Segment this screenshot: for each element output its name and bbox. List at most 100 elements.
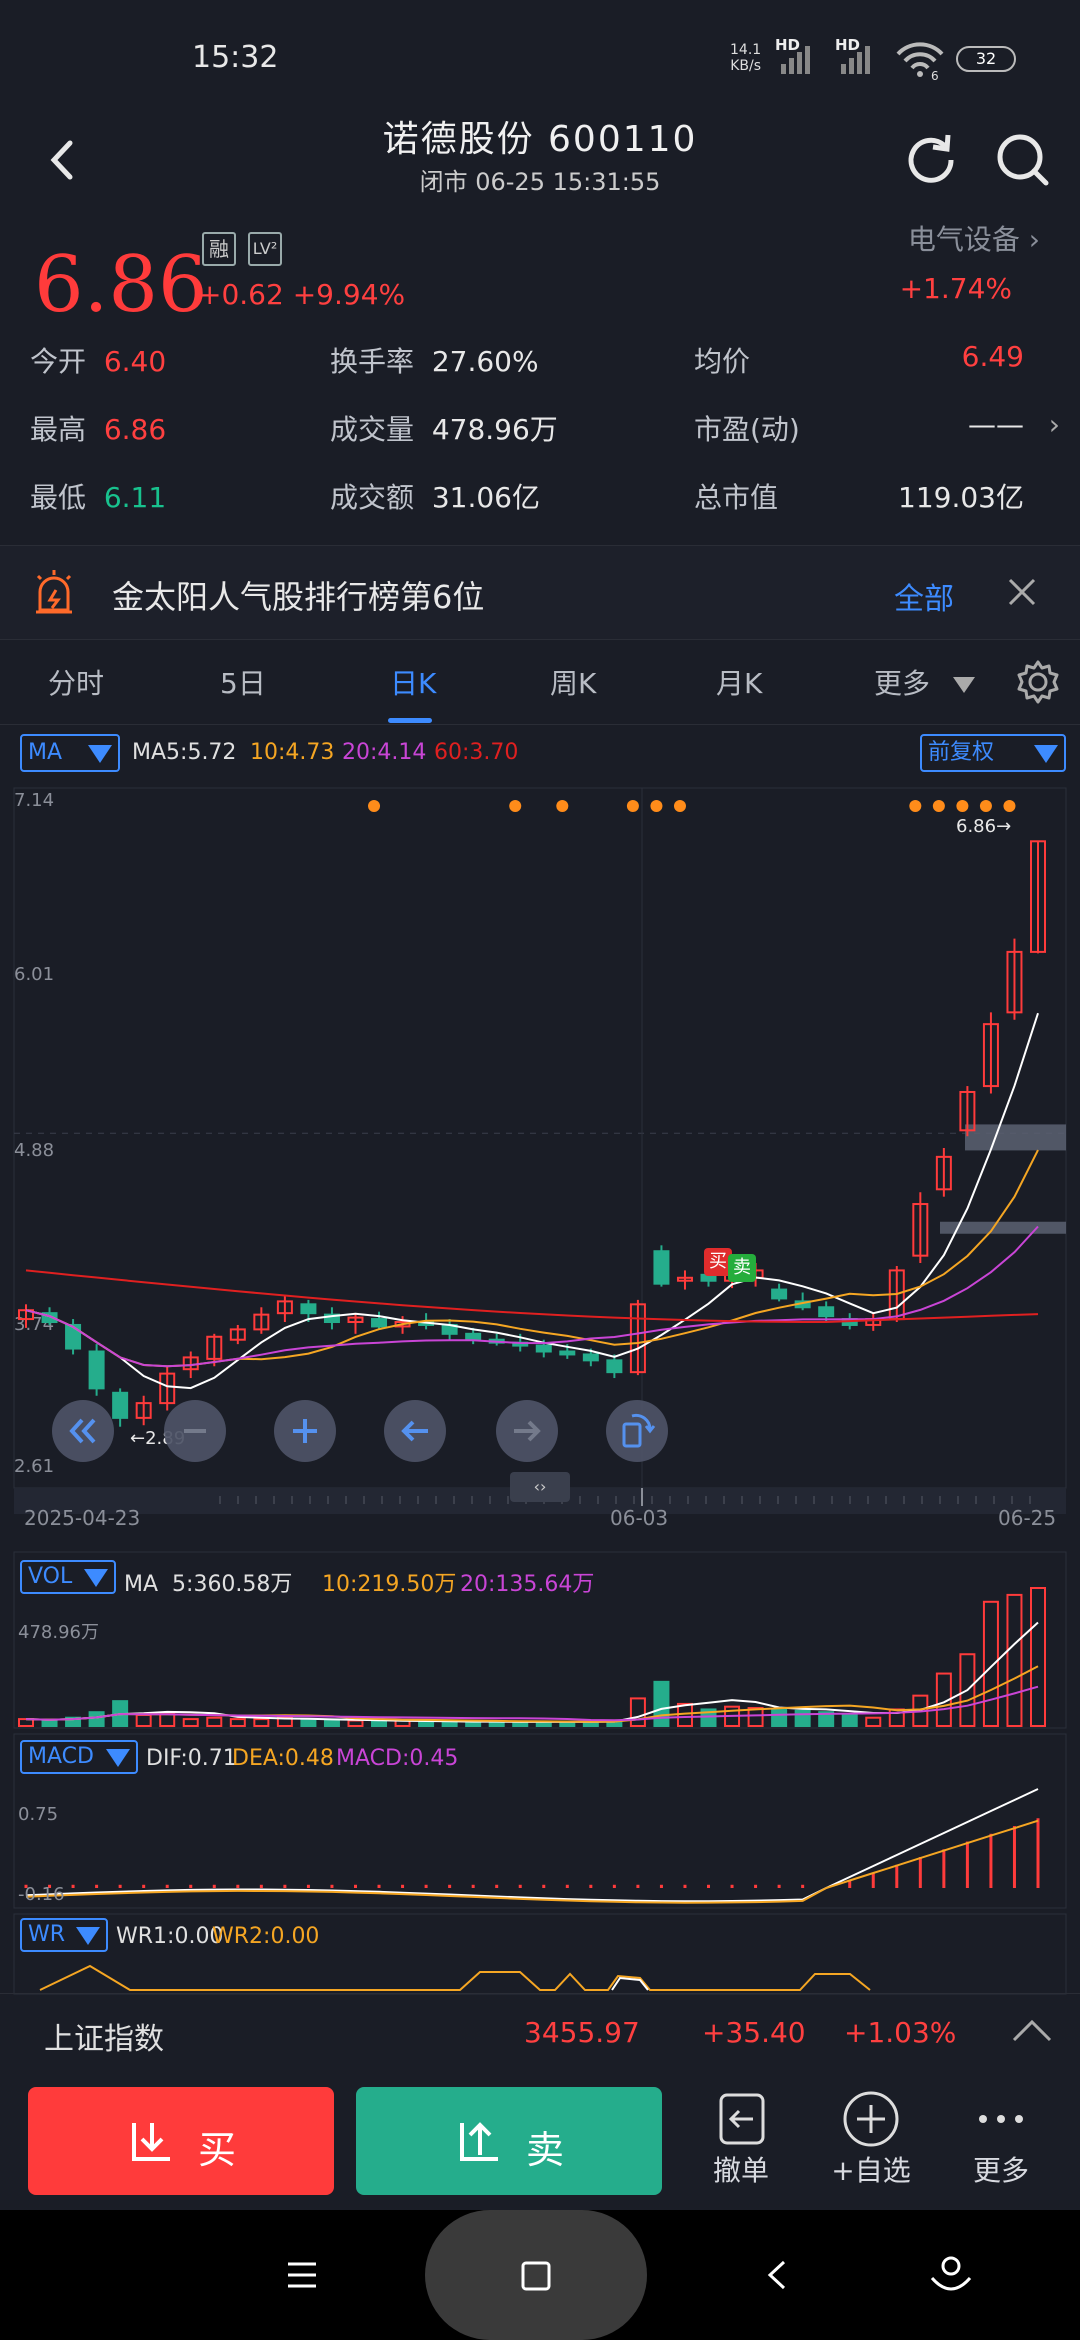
- price-panel-frame: [13, 787, 1067, 1489]
- fast-back-button[interactable]: [52, 1400, 114, 1462]
- volume-value: 478.96万: [431, 413, 558, 446]
- signal-dot: [509, 800, 522, 812]
- volume-bar: [371, 1720, 388, 1727]
- tab-monthly-k[interactable]: 月K: [716, 662, 762, 702]
- more-dots-icon: [979, 2115, 1023, 2123]
- chart-drag-handle[interactable]: ‹›: [510, 1472, 570, 1502]
- cancel-order-button[interactable]: 撤单: [686, 2089, 796, 2189]
- zoom-in-button[interactable]: [274, 1400, 336, 1462]
- signal-dot: [956, 800, 969, 812]
- wifi-icon: 6: [896, 42, 944, 80]
- turnover-label: 换手率: [330, 345, 415, 378]
- kline-svg: [13, 787, 1067, 1995]
- open-value: 6.40: [103, 345, 167, 378]
- home-square-icon: [521, 2261, 551, 2291]
- volume-bar: [206, 1716, 223, 1727]
- volume-bar: [982, 1600, 999, 1727]
- vol-ma20-line: [25, 1685, 1039, 1722]
- x-axis-label: 2025-04-23: [24, 1506, 141, 1530]
- search-icon[interactable]: [988, 125, 1058, 195]
- scroll-right-button[interactable]: [496, 1400, 558, 1462]
- caret-down-icon: [84, 1569, 108, 1587]
- buy-button[interactable]: 买: [28, 2087, 334, 2195]
- volume-bar: [653, 1680, 670, 1728]
- pe-row[interactable]: —— ›: [968, 408, 1060, 441]
- macd-y-label-low: -0.16: [18, 1884, 65, 1905]
- volume-label: 成交量: [330, 413, 415, 446]
- signal-dot: [650, 800, 663, 812]
- signal-dot: [673, 800, 686, 812]
- volume-bar: [182, 1718, 199, 1727]
- refresh-icon[interactable]: [896, 125, 966, 195]
- signal-dot: [626, 800, 639, 812]
- home-pill[interactable]: [425, 2210, 647, 2340]
- candle-body: [112, 1391, 129, 1419]
- open-label: 今开: [30, 345, 87, 378]
- double-chevron-left-icon: [69, 1418, 96, 1444]
- tab-intraday[interactable]: 分时: [48, 662, 104, 702]
- more-button[interactable]: 更多: [946, 2089, 1056, 2189]
- volume-bar: [865, 1716, 882, 1727]
- vol-ma20-label: 20:135.64万: [460, 1572, 595, 1597]
- wr-dropdown[interactable]: WR: [20, 1918, 108, 1952]
- turnover-value: 27.60%: [431, 345, 539, 378]
- plus-icon: [293, 1419, 317, 1443]
- tab-weekly-k[interactable]: 周K: [550, 662, 596, 702]
- chevron-up-icon[interactable]: [1010, 2016, 1054, 2046]
- sector-link[interactable]: 电气设备 ›: [908, 218, 1040, 258]
- price-change: +0.62 +9.94%: [198, 278, 406, 311]
- volume-bar: [41, 1719, 58, 1727]
- chevron-right-icon: ›: [1048, 408, 1060, 441]
- app-header: 诺德股份 600110 闭市 06-25 15:31:55: [0, 110, 1080, 210]
- volume-bar: [347, 1719, 364, 1727]
- index-pct: +1.03%: [844, 2016, 957, 2049]
- low-value: 6.11: [103, 481, 167, 514]
- sell-arrow-icon: [460, 2122, 498, 2161]
- macd-dif-label: DIF:0.71: [146, 1746, 237, 1771]
- signal-icon-sim1: HD: [775, 36, 819, 74]
- vol-ma5-line: [25, 1621, 1039, 1723]
- status-bar: 15:32 14.1 KB/s HD HD 6 32: [0, 0, 1080, 110]
- zoom-out-button[interactable]: [164, 1400, 226, 1462]
- candle-body: [559, 1350, 576, 1356]
- tab-5day[interactable]: 5日: [220, 662, 266, 702]
- banner-all-link[interactable]: 全部: [894, 574, 954, 618]
- close-icon[interactable]: [1006, 576, 1038, 608]
- signal-dot: [909, 800, 922, 812]
- volume-bar: [323, 1719, 340, 1727]
- margin-tag: 融: [202, 232, 236, 266]
- assistant-icon[interactable]: [928, 2254, 974, 2298]
- candle-body: [88, 1350, 105, 1390]
- tab-more[interactable]: 更多: [874, 662, 975, 702]
- caret-down-icon: [952, 677, 975, 693]
- volume-bar: [629, 1697, 646, 1728]
- volume-bar: [418, 1720, 435, 1727]
- rotate-screen-button[interactable]: [606, 1400, 668, 1462]
- sell-signal-mark: 卖: [728, 1254, 756, 1282]
- cancel-order-icon: [719, 2093, 765, 2145]
- macd-dropdown[interactable]: MACD: [20, 1740, 138, 1774]
- index-bar[interactable]: 上证指数 3455.97 +35.40 +1.03%: [0, 1993, 1080, 2073]
- sell-button[interactable]: 卖: [356, 2087, 662, 2195]
- ranking-banner[interactable]: 金太阳人气股排行榜第6位 全部: [0, 545, 1080, 640]
- volume-bar: [1030, 1587, 1046, 1727]
- menu-icon[interactable]: [286, 2260, 318, 2290]
- index-value: 3455.97: [524, 2016, 640, 2049]
- nav-back-icon[interactable]: [762, 2258, 792, 2292]
- vol-dropdown[interactable]: VOL: [20, 1560, 116, 1594]
- add-watchlist-button[interactable]: +自选: [816, 2089, 926, 2189]
- scroll-left-button[interactable]: [384, 1400, 446, 1462]
- minus-icon: [184, 1429, 206, 1433]
- arrow-right-icon: [514, 1420, 541, 1442]
- signal-dot: [556, 800, 569, 812]
- candle-body: [371, 1318, 388, 1328]
- tab-daily-k[interactable]: 日K: [390, 662, 436, 702]
- gear-icon[interactable]: [1014, 658, 1062, 706]
- macd-y-label: 0.75: [18, 1804, 59, 1825]
- pe-value: ——: [968, 408, 1024, 441]
- current-price: 6.86: [34, 240, 208, 330]
- alarm-icon: [36, 570, 72, 614]
- signal-dot: [368, 800, 381, 812]
- wr2-line: [39, 1964, 871, 1991]
- candle-body: [606, 1359, 623, 1374]
